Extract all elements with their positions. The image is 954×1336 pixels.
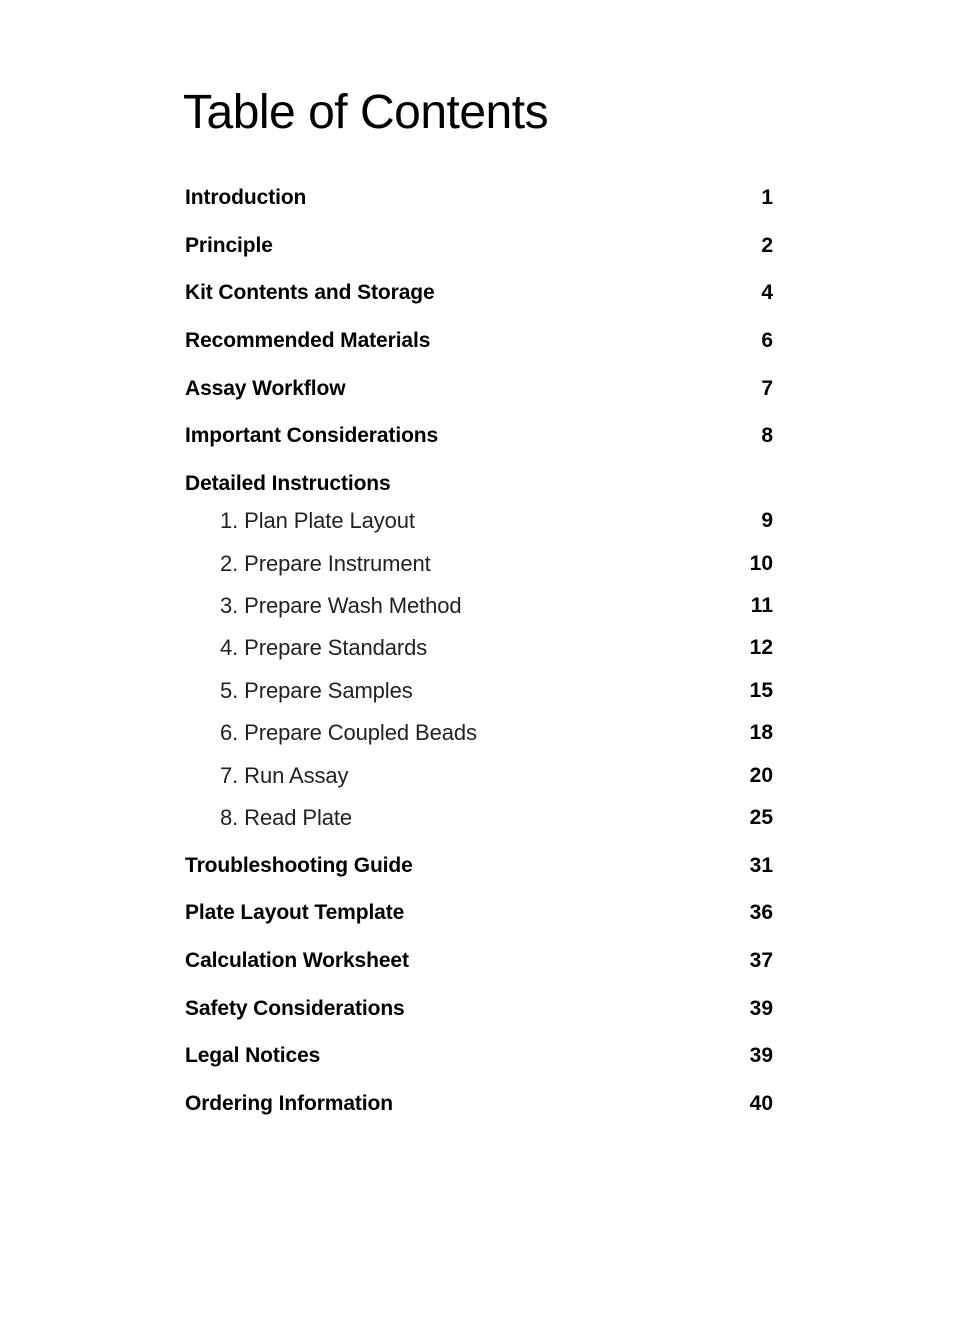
toc-entry-legal-notices[interactable]: Legal Notices 39: [185, 1042, 773, 1070]
toc-entry-page: 39: [749, 997, 773, 1020]
toc-entry-label: Assay Workflow: [185, 377, 346, 400]
toc-entry-page: 8: [761, 424, 773, 447]
toc-entry-introduction[interactable]: Introduction 1: [185, 184, 773, 212]
toc-subentry-label: 5. Prepare Samples: [220, 678, 413, 703]
toc-entry-assay-workflow[interactable]: Assay Workflow 7: [185, 375, 773, 403]
toc-entry-page: 6: [761, 329, 773, 352]
toc-subentry-read-plate[interactable]: 8. Read Plate 25: [220, 804, 773, 832]
toc-entry-page: 39: [749, 1044, 773, 1067]
toc-subentry-label: 7. Run Assay: [220, 763, 349, 788]
toc-entry-label: Detailed Instructions: [185, 472, 391, 495]
toc-entry-label: Troubleshooting Guide: [185, 854, 413, 877]
toc-entry-page: 7: [761, 377, 773, 400]
toc-entry-safety-considerations[interactable]: Safety Considerations 39: [185, 995, 773, 1023]
toc-entry-page: 40: [749, 1092, 773, 1115]
toc-entry-label: Calculation Worksheet: [185, 949, 409, 972]
toc-entry-ordering-information[interactable]: Ordering Information 40: [185, 1090, 773, 1118]
toc-subentry-label: 2. Prepare Instrument: [220, 551, 431, 576]
toc-subentry-page: 9: [761, 509, 773, 532]
toc-entry-detailed-instructions[interactable]: Detailed Instructions: [185, 470, 773, 498]
toc-subentry-page: 18: [749, 721, 773, 744]
toc-entry-page: 37: [749, 949, 773, 972]
toc-entry-page: 36: [749, 901, 773, 924]
toc-entry-label: Plate Layout Template: [185, 901, 405, 924]
toc-subentry-plan-plate-layout[interactable]: 1. Plan Plate Layout 9: [220, 507, 773, 535]
toc-entry-page: 1: [761, 186, 773, 209]
page-title: Table of Contents: [183, 86, 549, 139]
toc-entry-recommended-materials[interactable]: Recommended Materials 6: [185, 327, 773, 355]
toc-entry-calculation-worksheet[interactable]: Calculation Worksheet 37: [185, 947, 773, 975]
toc-subentry-prepare-samples[interactable]: 5. Prepare Samples 15: [220, 677, 773, 705]
toc-subentry-prepare-standards[interactable]: 4. Prepare Standards 12: [220, 634, 773, 662]
toc-subentry-prepare-wash-method[interactable]: 3. Prepare Wash Method 11: [220, 592, 773, 620]
toc-entry-page: 31: [749, 854, 773, 877]
toc-subentry-label: 3. Prepare Wash Method: [220, 593, 462, 618]
toc-entry-important-considerations[interactable]: Important Considerations 8: [185, 422, 773, 450]
toc-subentry-run-assay[interactable]: 7. Run Assay 20: [220, 762, 773, 790]
toc-entry-label: Ordering Information: [185, 1092, 394, 1115]
toc-subentry-label: 4. Prepare Standards: [220, 635, 428, 660]
toc-subentry-prepare-instrument[interactable]: 2. Prepare Instrument 10: [220, 550, 773, 578]
toc-subentry-page: 12: [749, 636, 773, 659]
toc-entry-label: Safety Considerations: [185, 997, 405, 1020]
toc-entry-page: 2: [761, 234, 773, 257]
toc-subentry-label: 8. Read Plate: [220, 805, 353, 830]
toc-subentry-label: 1. Plan Plate Layout: [220, 508, 415, 533]
toc-entry-label: Introduction: [185, 186, 307, 209]
toc-subentry-page: 20: [749, 764, 773, 787]
toc-entry-principle[interactable]: Principle 2: [185, 232, 773, 260]
toc-subentry-page: 25: [749, 806, 773, 829]
toc-entry-label: Kit Contents and Storage: [185, 281, 435, 304]
toc-subentry-page: 11: [750, 594, 773, 617]
toc-subentry-page: 10: [749, 552, 773, 575]
toc-entry-label: Important Considerations: [185, 424, 439, 447]
toc-entry-label: Recommended Materials: [185, 329, 431, 352]
toc-entry-troubleshooting-guide[interactable]: Troubleshooting Guide 31: [185, 852, 773, 880]
toc-entry-label: Legal Notices: [185, 1044, 321, 1067]
toc-entry-label: Principle: [185, 234, 273, 257]
toc-subentry-prepare-coupled-beads[interactable]: 6. Prepare Coupled Beads 18: [220, 719, 773, 747]
toc-subentry-page: 15: [749, 679, 773, 702]
toc-entry-page: 4: [761, 281, 773, 304]
toc-entry-kit-contents[interactable]: Kit Contents and Storage 4: [185, 279, 773, 307]
toc-entry-plate-layout-template[interactable]: Plate Layout Template 36: [185, 899, 773, 927]
toc-subentry-label: 6. Prepare Coupled Beads: [220, 720, 477, 745]
